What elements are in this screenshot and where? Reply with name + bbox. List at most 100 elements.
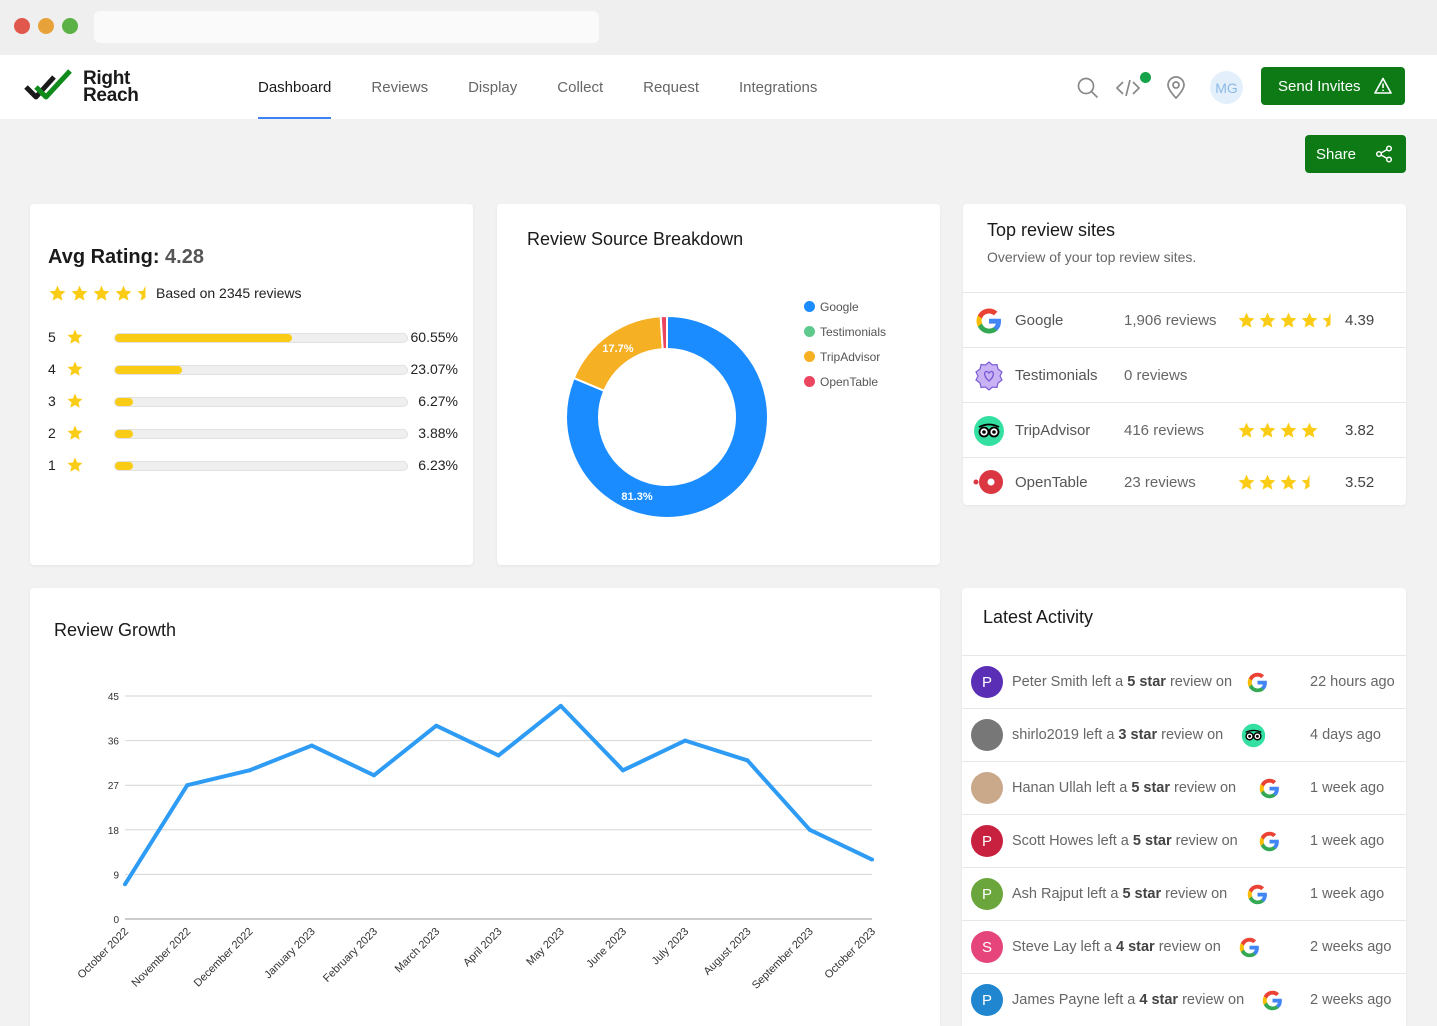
top-navigation: Right Reach Dashboard Reviews Display Co… (0, 55, 1437, 119)
growth-series-line[interactable] (123, 703, 873, 886)
site-row-google[interactable]: Google 1,906 reviews 4.39 (963, 292, 1406, 347)
legend-item[interactable]: Google (804, 294, 886, 319)
site-review-count: 23 reviews (1124, 473, 1196, 491)
growth-data-point[interactable] (807, 827, 812, 832)
nav-reviews[interactable]: Reviews (371, 55, 428, 119)
site-name: OpenTable (1015, 473, 1088, 491)
growth-data-point[interactable] (309, 743, 314, 748)
growth-data-point[interactable] (185, 783, 190, 788)
site-row-opentable[interactable]: OpenTable 23 reviews 3.52 (963, 457, 1406, 505)
google-icon (1247, 672, 1267, 693)
legend-item[interactable]: OpenTable (804, 369, 886, 394)
activity-text: Peter Smith left a 5 star review on (1012, 674, 1232, 690)
donut-value-label: 17.7% (602, 343, 633, 355)
code-icon[interactable] (1116, 76, 1140, 100)
growth-data-point[interactable] (496, 753, 501, 758)
sites-card-subtitle: Overview of your top review sites. (987, 249, 1197, 265)
rating-bar-track (114, 333, 408, 343)
close-window-dot[interactable] (14, 18, 30, 34)
activity-row[interactable]: Hanan Ullah left a 5 star review on 1 wee… (962, 761, 1406, 814)
site-row-testimonials[interactable]: Testimonials 0 reviews (963, 347, 1406, 402)
growth-data-point[interactable] (558, 703, 563, 708)
nav-integrations[interactable]: Integrations (739, 55, 817, 119)
share-icon (1375, 145, 1393, 163)
source-legend: Google Testimonials TripAdvisor OpenTable (804, 294, 886, 394)
y-tick-label: 45 (108, 692, 120, 703)
growth-data-point[interactable] (683, 738, 688, 743)
x-tick-label: July 2023 (650, 926, 692, 968)
activity-verb: left a (1087, 674, 1128, 690)
testimonials-icon (975, 360, 1003, 391)
google-icon (1259, 831, 1279, 852)
nav-request[interactable]: Request (643, 55, 699, 119)
rating-bar-stars: 1 (48, 457, 56, 473)
x-tick-label: October 2022 (76, 926, 132, 982)
site-row-tripadvisor[interactable]: TripAdvisor 416 reviews 3.82 (963, 402, 1406, 457)
growth-data-point[interactable] (247, 768, 252, 773)
legend-label: Google (820, 299, 859, 314)
brand-name: Right Reach (83, 69, 139, 106)
x-tick-label: January 2023 (262, 926, 318, 982)
growth-data-point[interactable] (372, 773, 376, 778)
legend-label: Testimonials (820, 324, 887, 339)
latest-activity-card: Latest Activity P Peter Smith left a 5 st… (962, 588, 1406, 1026)
activity-text: Hanan Ullah left a 5 star review on (1012, 780, 1236, 796)
activity-user: Steve Lay (1012, 939, 1077, 955)
rating-bar-row: 4 23.07% (48, 360, 458, 378)
google-icon (1239, 937, 1259, 958)
star-icon (1280, 422, 1297, 438)
maximize-window-dot[interactable] (62, 18, 78, 34)
nav-dashboard[interactable]: Dashboard (258, 55, 332, 119)
address-bar[interactable] (94, 11, 599, 43)
activity-source (1257, 829, 1282, 854)
legend-item[interactable]: Testimonials (804, 319, 886, 344)
rating-bar-fill (115, 334, 292, 342)
activity-verb: left a (1093, 833, 1133, 849)
activity-tail: review on (1178, 992, 1245, 1008)
activity-text: Scott Howes left a 5 star review on (1012, 833, 1238, 849)
activity-avatar: P (971, 984, 1003, 1016)
brand-logo[interactable]: Right Reach (24, 67, 154, 107)
x-tick-label: April 2023 (461, 926, 505, 970)
site-stars (1237, 421, 1319, 440)
rating-bar-track (114, 397, 408, 407)
donut-slice-opentable[interactable] (659, 314, 668, 351)
activity-row[interactable]: P James Payne left a 4 star review on 2 we… (962, 973, 1406, 1026)
search-icon[interactable] (1076, 76, 1100, 100)
activity-stars: 5 star (1122, 886, 1162, 902)
rating-bar-percent: 6.27% (418, 393, 458, 409)
avg-rating-stars (48, 284, 155, 303)
activity-row[interactable]: shirlo2019 left a 3 star review on 4 days… (962, 708, 1406, 761)
nav-collect[interactable]: Collect (557, 55, 603, 119)
location-pin-icon[interactable] (1164, 76, 1188, 100)
minimize-window-dot[interactable] (38, 18, 54, 34)
growth-data-point[interactable] (745, 758, 750, 763)
site-name: TripAdvisor (1015, 422, 1091, 439)
nav-display[interactable]: Display (468, 55, 517, 119)
brand-line2: Reach (83, 85, 139, 106)
activity-row[interactable]: P Peter Smith left a 5 star review on 22 h… (962, 655, 1406, 708)
activity-avatar (971, 772, 1003, 804)
growth-data-point[interactable] (434, 723, 439, 728)
google-icon (1262, 990, 1282, 1011)
user-avatar[interactable]: MG (1210, 71, 1243, 104)
activity-row[interactable]: P Ash Rajput left a 5 star review on 1 wee… (962, 867, 1406, 920)
activity-row[interactable]: P Scott Howes left a 5 star review on 1 we… (962, 814, 1406, 867)
star-icon (67, 329, 83, 344)
growth-data-point[interactable] (870, 857, 874, 862)
send-invites-button[interactable]: Send Invites (1261, 67, 1405, 105)
rating-bar-fill (115, 430, 133, 438)
star-icon (67, 361, 83, 376)
growth-data-point[interactable] (621, 768, 625, 773)
growth-data-point[interactable] (123, 882, 127, 887)
activity-tail: review on (1170, 780, 1237, 796)
share-button[interactable]: Share (1305, 135, 1406, 173)
activity-row[interactable]: S Steve Lay left a 4 star review on 2 week… (962, 920, 1406, 973)
activity-verb: left a (1078, 727, 1119, 743)
y-tick-label: 0 (113, 915, 119, 926)
checkmark-logo-icon (24, 69, 72, 100)
activity-time: 1 week ago (1310, 886, 1385, 902)
legend-item[interactable]: TripAdvisor (804, 344, 886, 369)
rating-bar-stars: 5 (48, 329, 56, 345)
main-nav: Dashboard Reviews Display Collect Reques… (258, 55, 857, 119)
